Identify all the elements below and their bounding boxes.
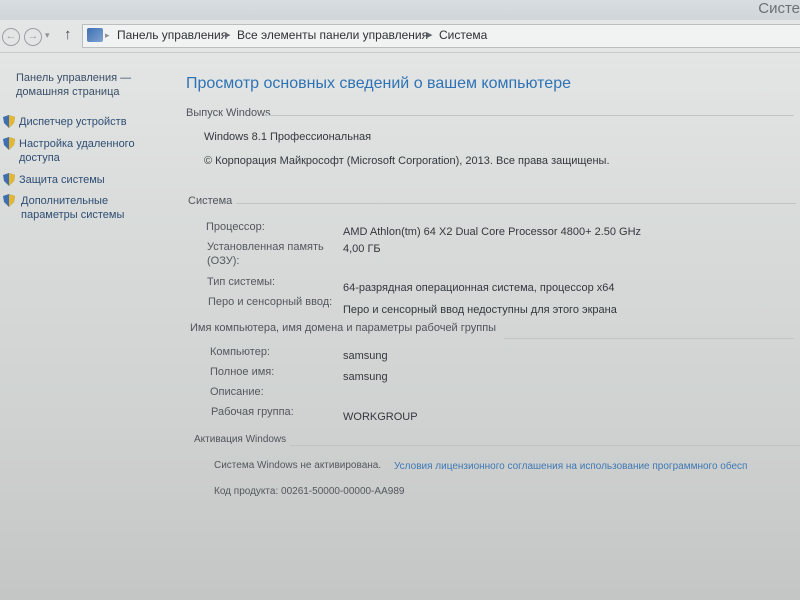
sidebar-item-advanced-settings[interactable]: Дополнительные параметры системы: [3, 194, 166, 222]
section-divider: [236, 203, 796, 204]
sidebar-item-label: Защита системы: [19, 174, 105, 186]
screen: Систе ← → ▾ ↑ ▸ Панель управления ▸ Все …: [0, 0, 800, 600]
recent-pages-dropdown-icon[interactable]: ▾: [45, 30, 50, 41]
sidebar-item-label: Диспетчер устройств: [19, 116, 127, 128]
workgroup-value: WORKGROUP: [343, 411, 418, 423]
windows-edition: Windows 8.1 Профессиональная: [204, 131, 372, 143]
memory-label: Установленная память (ОЗУ):: [207, 241, 324, 267]
breadcrumb-system[interactable]: Система: [439, 28, 487, 42]
sidebar: Панель управления — домашняя страница Ди…: [0, 53, 172, 600]
sidebar-item-label: Дополнительные параметры системы: [21, 195, 125, 221]
sidebar-item-system-protection[interactable]: Защита системы: [3, 173, 169, 187]
section-divider: [504, 338, 794, 339]
sidebar-item-remote-access[interactable]: Настройка удаленного доступа: [3, 137, 139, 165]
shield-icon: [3, 115, 15, 128]
section-header-system: Система: [188, 195, 233, 207]
address-chevron-icon[interactable]: ▸: [105, 30, 110, 41]
memory-value: 4,00 ГБ: [343, 243, 381, 255]
page-title: Просмотр основных сведений о вашем компь…: [186, 75, 571, 92]
pen-touch-value: Перо и сенсорный ввод недоступны для это…: [343, 304, 617, 316]
section-divider: [264, 115, 794, 116]
sidebar-home-link[interactable]: Панель управления — домашняя страница: [16, 71, 136, 99]
section-header-edition: Выпуск Windows: [186, 107, 271, 119]
back-icon[interactable]: ←: [2, 28, 20, 46]
full-name-value: samsung: [343, 371, 388, 383]
product-id: Код продукта: 00261-50000-00000-AA989: [214, 486, 405, 497]
activation-status: Система Windows не активирована.: [214, 460, 382, 471]
license-terms-link[interactable]: Условия лицензионного соглашения на испо…: [394, 461, 747, 472]
title-bar: Систе: [0, 0, 800, 20]
sidebar-item-device-manager[interactable]: Диспетчер устройств: [3, 115, 169, 129]
section-divider: [290, 445, 800, 446]
section-header-activation: Активация Windows: [194, 434, 287, 445]
shield-icon: [3, 194, 15, 207]
computer-name-value: samsung: [343, 350, 388, 362]
forward-icon[interactable]: →: [24, 28, 42, 46]
breadcrumb-separator-icon[interactable]: ▸: [225, 28, 231, 41]
main-content: Просмотр основных сведений о вашем компь…: [172, 53, 800, 600]
shield-icon: [3, 137, 15, 150]
sidebar-item-label: Настройка удаленного доступа: [19, 138, 135, 164]
processor-value: AMD Athlon(tm) 64 X2 Dual Core Processor…: [343, 226, 642, 238]
breadcrumb-control-panel[interactable]: Панель управления: [117, 28, 227, 42]
workgroup-label: Рабочая группа:: [211, 406, 294, 418]
description-label: Описание:: [210, 386, 264, 398]
system-type-label: Тип системы:: [207, 276, 276, 288]
address-bar[interactable]: ▸ Панель управления ▸ Все элементы панел…: [82, 24, 800, 48]
pen-touch-label: Перо и сенсорный ввод:: [208, 296, 333, 308]
up-arrow-icon[interactable]: ↑: [64, 26, 72, 43]
shield-icon: [3, 173, 15, 186]
breadcrumb-separator-icon[interactable]: ▸: [427, 28, 433, 41]
control-panel-icon: [87, 28, 103, 42]
window-title: Систе: [758, 0, 800, 17]
computer-name-label: Компьютер:: [210, 346, 270, 358]
breadcrumb-all-items[interactable]: Все элементы панели управления: [237, 28, 428, 42]
system-type-value: 64-разрядная операционная система, проце…: [343, 282, 615, 294]
section-header-computer-name: Имя компьютера, имя домена и параметры р…: [190, 322, 497, 334]
processor-label: Процессор:: [206, 221, 265, 233]
copyright-text: © Корпорация Майкрософт (Microsoft Corpo…: [204, 155, 610, 167]
full-name-label: Полное имя:: [210, 366, 275, 378]
